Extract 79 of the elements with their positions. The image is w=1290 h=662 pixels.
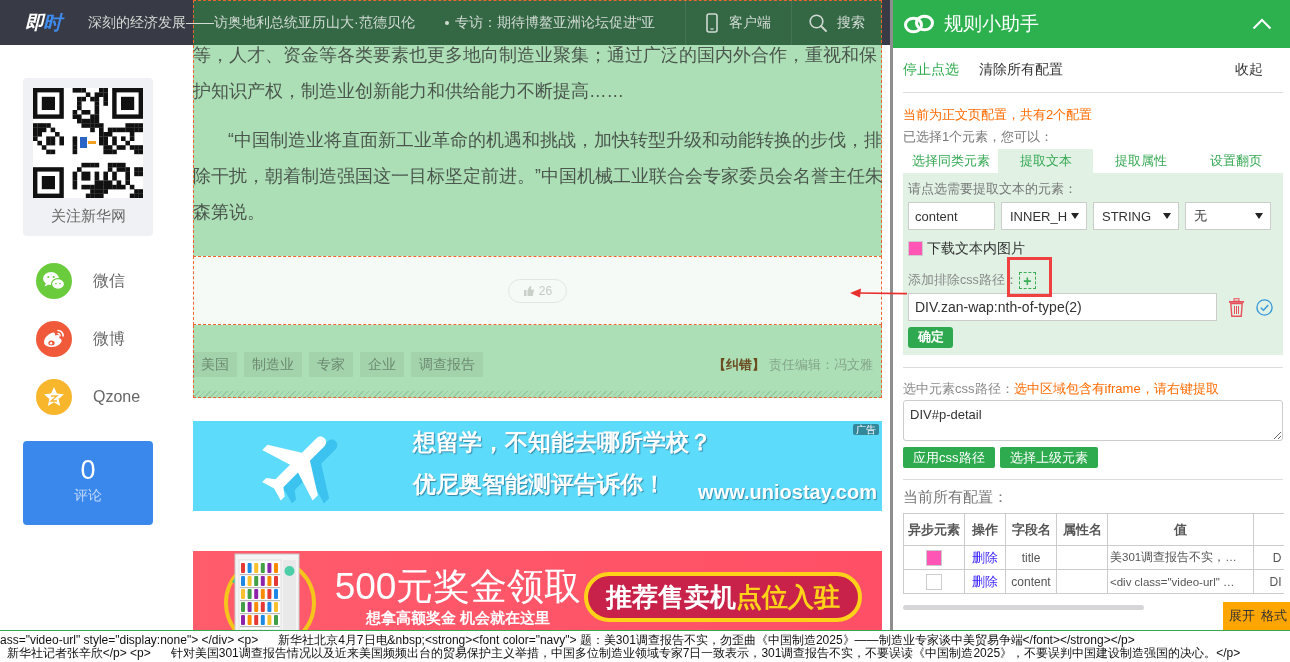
- config-notice: 当前为正文页配置，共有2个配置: [903, 106, 1094, 124]
- confirm-button[interactable]: 确定: [908, 327, 953, 348]
- ad-banner[interactable]: 500元奖金领取 想拿高额奖金 机会就在这里 推荐售卖机点位入驻: [193, 551, 882, 630]
- table-header-cell: 属性名: [1056, 513, 1108, 546]
- tab[interactable]: 提取文本: [998, 149, 1093, 173]
- ad-headline: 想留学，不知能去哪所学校？: [413, 428, 712, 457]
- action-button[interactable]: 选择上级元素: [999, 447, 1098, 468]
- table-header-cell: 异步元素: [903, 513, 965, 546]
- headline-link[interactable]: 深刻的经济发展——访奥地利总统亚历山大·范德贝伦: [88, 13, 415, 32]
- ad-headline: 500元奖金领取: [333, 567, 583, 607]
- checkbox[interactable]: [908, 241, 923, 256]
- field-name-input[interactable]: content: [908, 202, 995, 230]
- toolbar-button[interactable]: 格式: [1255, 607, 1287, 625]
- table-header-cell: 字段名: [1005, 513, 1057, 546]
- action-button[interactable]: 应用css路径: [903, 447, 995, 468]
- caret-icon: [1071, 213, 1079, 219]
- panel-title: 规则小助手: [944, 12, 1039, 36]
- table-cell: 美301调查报告不实，…: [1107, 545, 1254, 570]
- table-cell: <div class="video-url" …: [1107, 569, 1254, 594]
- ad-url: www.uniostay.com: [698, 482, 878, 502]
- eye-arcs-icon: [36, 321, 72, 357]
- dropdown[interactable]: 无: [1185, 202, 1271, 230]
- share-link[interactable]: 微信: [36, 263, 125, 299]
- exclude-path-input[interactable]: DIV.zan-wap:nth-of-type(2): [908, 293, 1217, 321]
- comments-button[interactable]: 0 评论: [23, 441, 153, 525]
- extract-prompt: 请点选需要提取文本的元素：: [908, 180, 1078, 198]
- checkbox[interactable]: [926, 549, 942, 566]
- article-paragraph: “中国制造业将直面新工业革命的机遇和挑战，加快转型升级和动能转换的步伐，排 除干扰，朝着制造强国这一目标坚定前进。”中国机械工业联合会专家委员会名誉主任朱 森第说。: [193, 129, 882, 224]
- ad-tagline: 想拿高额奖金 机会就在这里: [364, 609, 552, 626]
- share-link[interactable]: 微博: [36, 321, 125, 357]
- search-icon: [809, 13, 827, 32]
- table-cell: title: [1005, 545, 1057, 570]
- action-link[interactable]: 清除所有配置: [979, 61, 1063, 79]
- article-paragraph: 等，人才、资金等各类要素也更多地向制造业聚集；通过广泛的国内外合作，重视和保 护知识产权，制造业创新能力和供给能力不断提高……: [193, 44, 878, 103]
- site-logo[interactable]: 即时: [25, 9, 88, 36]
- code-line: 新华社记者张辛欣</p> <p> 针对美国301调查报告情况以及近来美国频频出台的贸易保护主义举措，中国多位制造业领域专家7日一致表示，301调查报告不实，不要误读《中国制造2025》，不要误判中国建设制造强国的决心。</p>: [5, 647, 1242, 660]
- iframe-warning: 选中区域包含有iframe，请右键提取: [1013, 381, 1219, 396]
- phone-icon: [706, 12, 718, 33]
- css-path-label: 选中元素css路径：: [903, 381, 1014, 396]
- chevron-up-icon[interactable]: [1252, 18, 1272, 30]
- trash-icon[interactable]: [1228, 297, 1245, 317]
- qr-caption: 关注新华网: [50, 206, 126, 226]
- collapse-link[interactable]: 收起: [1235, 61, 1263, 79]
- pointer-arrow: [850, 288, 908, 298]
- chat-bubbles-icon: [36, 263, 72, 299]
- dropdown[interactable]: STRING: [1093, 202, 1179, 230]
- search-button[interactable]: 搜索: [791, 0, 882, 45]
- tab[interactable]: 选择同类元素: [903, 149, 998, 173]
- check-circle-icon[interactable]: [1256, 298, 1273, 316]
- tab[interactable]: 设置翻页: [1188, 149, 1283, 173]
- configs-title: 当前所有配置：: [903, 487, 1009, 507]
- css-path-field[interactable]: DIV#p-detail: [903, 400, 1283, 441]
- thumbs-up-icon: [522, 284, 535, 297]
- dropdown[interactable]: INNER_H: [1001, 202, 1087, 230]
- horizontal-scrollbar[interactable]: [903, 605, 1144, 610]
- bullet-icon: [444, 20, 449, 25]
- tab[interactable]: 提取属性: [1093, 149, 1188, 173]
- share-link[interactable]: Qzone: [36, 379, 141, 415]
- code-line: ass="video-url" style="display:none"> </div> <p> 新华社北京4月7日电&nbsp;<strong><font color="navy"> 题：美301调查报告不实，勿歪曲《中国制造2025》——制造业专家谈中美贸易争端</font></strong></p>: [0, 634, 1136, 647]
- cta-badge[interactable]: 推荐售卖机点位入驻: [584, 572, 862, 622]
- toolbar-button[interactable]: 展开: [1223, 607, 1255, 625]
- caret-icon: [1255, 213, 1263, 219]
- table-cell: content: [1005, 569, 1057, 594]
- selection-info: 已选择1个元素，您可以：: [903, 128, 1055, 146]
- report-error-link[interactable]: 【纠错】: [713, 355, 765, 374]
- headline-link[interactable]: 专访：期待博鳌亚洲论坛促进“亚: [454, 13, 656, 32]
- linked-rings-icon: [903, 13, 935, 35]
- ad-badge: 广告: [853, 424, 879, 435]
- client-link[interactable]: 客户端: [685, 0, 791, 45]
- table-header-cell: 值: [1107, 513, 1254, 546]
- checkbox[interactable]: [926, 573, 942, 590]
- exclude-label: 添加排除css路径：: [908, 272, 1018, 289]
- action-link[interactable]: 停止点选: [903, 61, 959, 79]
- checkbox-label[interactable]: 下载文本内图片: [927, 241, 1025, 256]
- caret-icon: [1163, 213, 1171, 219]
- table-header-cell: 操作: [964, 513, 1006, 546]
- ad-headline: 优尼奥智能测评告诉你！: [413, 470, 666, 499]
- ad-banner[interactable]: 想留学，不知能去哪所学校？ 广告 优尼奥智能测评告诉你！ www.uniostay.com: [193, 421, 882, 511]
- editor-credit: 责任编辑：冯文雅: [769, 355, 873, 374]
